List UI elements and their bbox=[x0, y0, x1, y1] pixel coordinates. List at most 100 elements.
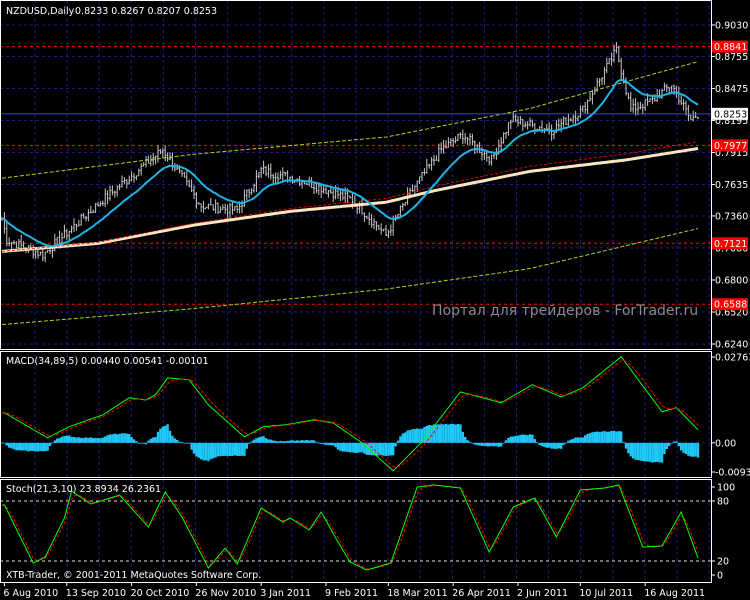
macd-histogram-bar bbox=[603, 431, 606, 443]
macd-histogram-bar bbox=[548, 442, 551, 448]
macd-histogram-bar bbox=[248, 442, 251, 444]
macd-histogram-bar bbox=[231, 442, 234, 457]
price-bar bbox=[447, 137, 450, 148]
price-bar bbox=[116, 185, 119, 197]
macd-histogram-bar bbox=[89, 437, 92, 443]
macd-histogram-bar bbox=[315, 441, 318, 443]
macd-histogram-bar bbox=[185, 442, 188, 444]
macd-histogram-bar bbox=[401, 433, 404, 443]
macd-histogram-bar bbox=[214, 442, 217, 458]
macd-histogram-bar bbox=[312, 440, 316, 443]
price-bar bbox=[550, 124, 553, 141]
macd-histogram-bar bbox=[296, 440, 299, 443]
macd-histogram-bar bbox=[29, 442, 32, 451]
macd-histogram-bar bbox=[65, 435, 68, 443]
macd-histogram-bar bbox=[168, 430, 172, 443]
macd-histogram-bar bbox=[370, 442, 373, 456]
macd-histogram-bar bbox=[96, 438, 100, 443]
macd-histogram-bar bbox=[471, 442, 474, 444]
price-bar bbox=[425, 158, 428, 174]
price-bar bbox=[274, 172, 277, 184]
price-bar bbox=[243, 189, 246, 208]
stochastic-panel[interactable] bbox=[0, 484, 711, 571]
price-bar bbox=[591, 89, 594, 105]
macd-histogram-bar bbox=[41, 442, 44, 452]
macd-histogram-bar bbox=[284, 441, 287, 443]
price-bar bbox=[562, 116, 565, 127]
price-bar bbox=[457, 133, 459, 142]
macd-histogram-bar bbox=[320, 442, 323, 444]
macd-histogram-bar bbox=[658, 442, 661, 463]
macd-histogram-bar bbox=[411, 429, 414, 443]
macd-histogram-bar bbox=[87, 437, 90, 443]
macd-histogram-bar bbox=[332, 442, 335, 446]
price-bar bbox=[399, 205, 402, 218]
macd-histogram-bar bbox=[161, 426, 164, 443]
price-bar bbox=[41, 248, 44, 262]
price-bar bbox=[565, 117, 567, 126]
macd-histogram-bar bbox=[188, 442, 191, 444]
macd-histogram-bar bbox=[509, 436, 512, 443]
macd-histogram-bar bbox=[454, 424, 457, 443]
price-bar bbox=[253, 183, 255, 193]
price-bar bbox=[586, 99, 589, 115]
macd-histogram-bar bbox=[569, 439, 572, 443]
price-bar bbox=[598, 78, 601, 87]
price-bar bbox=[502, 132, 505, 144]
price-bar bbox=[260, 166, 263, 179]
macd-histogram-bar bbox=[624, 442, 628, 449]
price-bar bbox=[649, 98, 651, 102]
macd-histogram-bar bbox=[20, 442, 23, 451]
price-bar bbox=[454, 136, 457, 144]
macd-histogram-bar bbox=[545, 442, 548, 448]
x-tick-label: 6 Aug 2010 bbox=[3, 588, 58, 599]
price-bar bbox=[94, 203, 97, 213]
x-tick-label: 10 Jul 2011 bbox=[579, 588, 633, 599]
macd-histogram-bar bbox=[394, 442, 397, 447]
chart-window[interactable]: 0.90300.87550.84750.81950.79150.76350.73… bbox=[0, 0, 750, 600]
macd-histogram-bar bbox=[639, 442, 642, 461]
level-label: 0.7121 bbox=[714, 239, 747, 250]
price-bar bbox=[46, 249, 49, 253]
macd-histogram-bar bbox=[348, 442, 352, 453]
macd-histogram-bar bbox=[152, 437, 155, 443]
macd-histogram-bar bbox=[116, 434, 119, 443]
price-bar bbox=[639, 101, 642, 110]
price-bar bbox=[32, 244, 35, 259]
price-bar bbox=[464, 133, 467, 144]
macd-histogram-bar bbox=[291, 440, 294, 443]
macd-histogram-bar bbox=[156, 431, 160, 443]
macd-histogram-bar bbox=[264, 438, 268, 443]
macd-histogram-bar bbox=[461, 431, 464, 443]
macd-histogram-bar bbox=[272, 440, 275, 443]
macd-histogram-bar bbox=[596, 431, 599, 443]
macd-histogram-bar bbox=[682, 442, 685, 453]
macd-histogram-bar bbox=[629, 442, 632, 457]
y-tick-label: 0.7635 bbox=[715, 180, 748, 191]
macd-histogram-bar bbox=[180, 441, 184, 443]
price-bar bbox=[193, 185, 195, 199]
macd-histogram-bar bbox=[641, 442, 644, 461]
macd-histogram-bar bbox=[171, 435, 174, 443]
price-bar bbox=[255, 169, 258, 192]
macd-histogram-bar bbox=[334, 442, 337, 448]
macd-histogram-bar bbox=[384, 442, 388, 457]
macd-histogram-bar bbox=[207, 442, 210, 462]
price-bar bbox=[689, 114, 692, 121]
macd-histogram-bar bbox=[123, 433, 126, 443]
price-bar bbox=[121, 175, 123, 188]
macd-histogram-bar bbox=[257, 437, 260, 443]
price-bar bbox=[466, 137, 469, 146]
macd-histogram-bar bbox=[274, 440, 277, 443]
x-tick-label: 2 Jun 2011 bbox=[517, 588, 568, 599]
macd-histogram-bar bbox=[672, 441, 676, 443]
macd-histogram-bar bbox=[164, 425, 167, 443]
price-bar bbox=[284, 171, 287, 177]
macd-histogram-bar bbox=[456, 423, 460, 443]
macd-histogram-bar bbox=[490, 442, 493, 447]
macd-histogram-bar bbox=[113, 433, 116, 443]
macd-histogram-bar bbox=[656, 442, 659, 462]
macd-histogram-bar bbox=[236, 442, 239, 456]
macd-histogram-bar bbox=[555, 442, 558, 449]
price-bar bbox=[267, 164, 270, 178]
